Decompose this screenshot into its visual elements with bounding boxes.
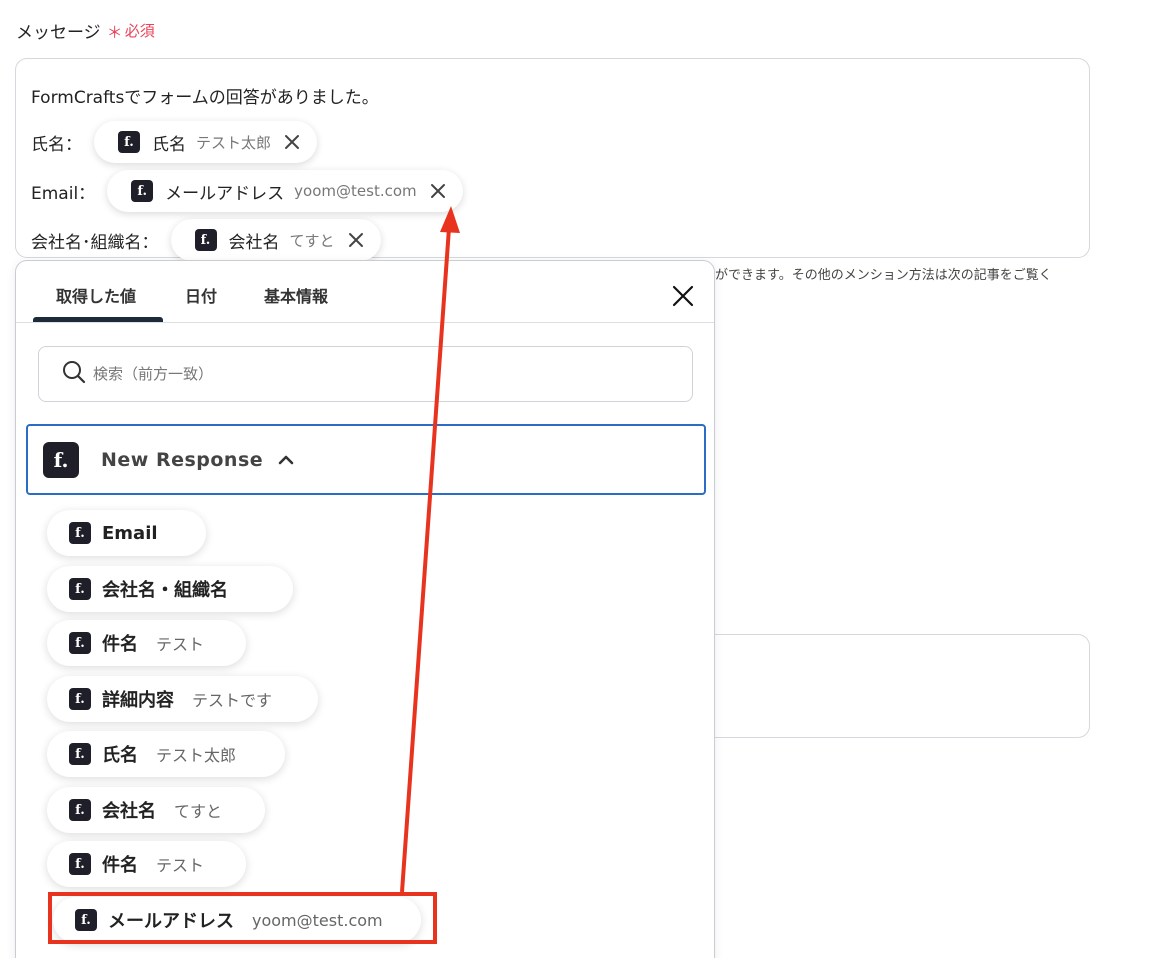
annotation-arrow bbox=[400, 206, 460, 893]
